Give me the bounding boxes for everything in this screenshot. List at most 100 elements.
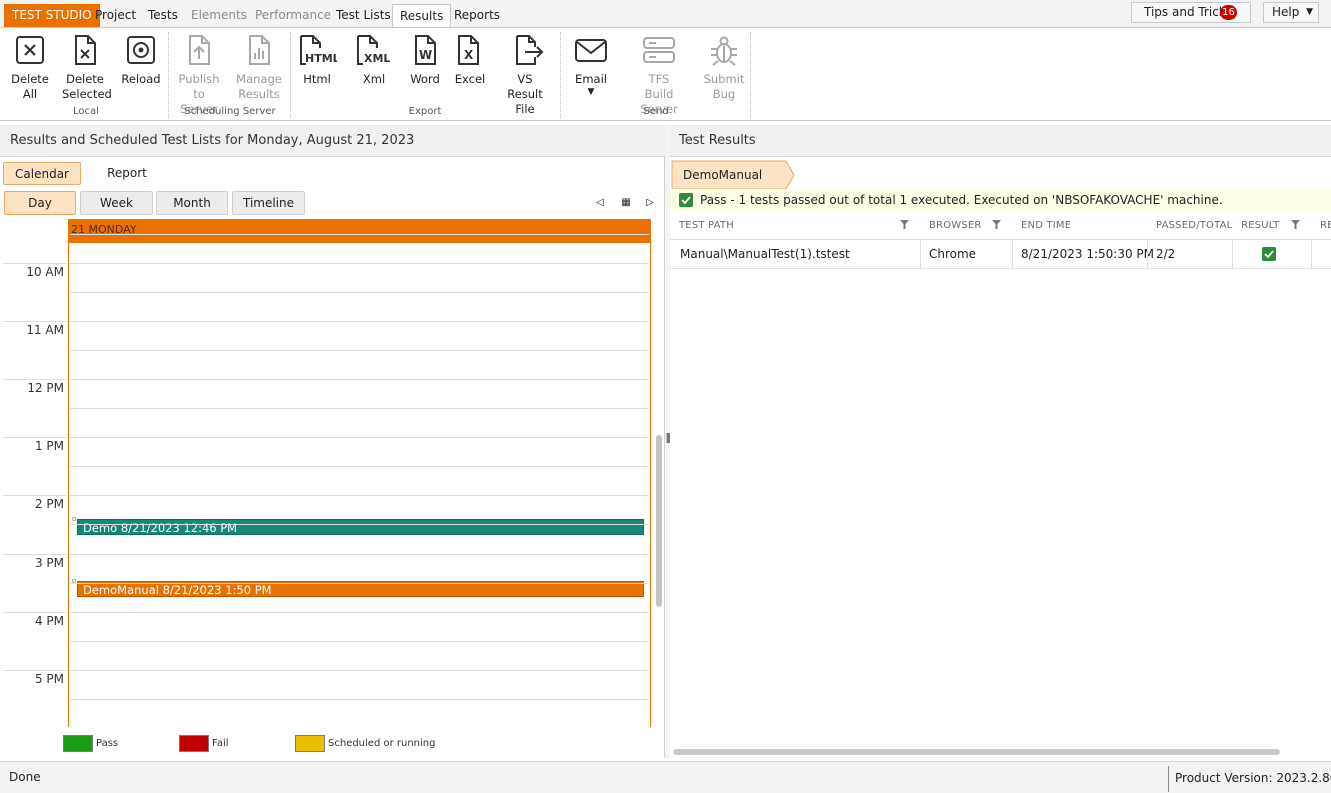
menu-tab-results[interactable]: Results <box>392 4 452 28</box>
day-column[interactable] <box>68 219 651 727</box>
publish-upload-icon <box>189 35 210 65</box>
publish-to-server-button[interactable]: Publish to Server <box>174 34 224 117</box>
submit-bug-button[interactable]: Submit Bug <box>702 34 746 102</box>
half-hour-line <box>70 466 649 468</box>
export-file-icon <box>516 35 544 65</box>
hour-label: 12 PM <box>27 381 64 396</box>
hour-line <box>3 495 67 497</box>
export-xml-label: Xml <box>362 72 386 86</box>
appointment-demo[interactable]: Demo 8/21/2023 12:46 PM <box>77 519 644 535</box>
filter-icon[interactable] <box>1291 220 1300 229</box>
svg-text:XML: XML <box>364 52 390 65</box>
export-word-button[interactable]: W Word <box>406 34 444 87</box>
half-hour-line <box>70 524 649 526</box>
delete-all-button[interactable]: Delete All <box>10 34 50 102</box>
column-header-result[interactable]: RESULT <box>1241 214 1279 237</box>
bug-icon <box>711 36 737 66</box>
cell-end-time: 8/21/2023 1:50:30 PM <box>1021 247 1155 261</box>
manage-results-button[interactable]: Manage Results <box>234 34 284 102</box>
test-results-panel: Test Results DemoManual Tests Pass - 1 t… <box>670 125 1331 758</box>
result-summary: Pass - 1 tests passed out of total 1 exe… <box>670 189 1331 211</box>
horizontal-scrollbar-thumb[interactable] <box>673 749 1280 755</box>
group-label-scheduling-server: Scheduling Server <box>184 106 276 117</box>
delete-selected-button[interactable]: Delete Selected <box>62 34 112 102</box>
column-header-passed-total[interactable]: PASSED/TOTAL <box>1156 214 1232 237</box>
hour-label: 10 AM <box>26 265 64 279</box>
hour-line <box>3 321 67 323</box>
results-calendar-panel: Results and Scheduled Test Lists for Mon… <box>0 125 665 758</box>
cell-passed-total: 2/2 <box>1156 247 1176 261</box>
tfs-build-server-button[interactable]: TFS Build Server <box>628 34 690 117</box>
export-excel-label: Excel <box>454 72 486 86</box>
group-label-export: Export <box>408 106 442 117</box>
next-day-icon[interactable]: ▷ <box>642 193 658 213</box>
tips-count-badge: 16 <box>1220 5 1237 20</box>
reload-icon <box>127 36 155 64</box>
tab-report[interactable]: Report <box>96 162 158 185</box>
export-vs-result-file-button[interactable]: VS Result File <box>497 34 553 117</box>
panel-title: Results and Scheduled Test Lists for Mon… <box>0 125 665 157</box>
help-dropdown[interactable]: Help ▼ <box>1263 2 1319 23</box>
filter-icon[interactable] <box>992 220 1001 229</box>
column-divider <box>920 240 921 269</box>
svg-text:X: X <box>464 48 474 62</box>
group-separator <box>168 32 169 118</box>
email-dropdown-button[interactable]: Email ▼ <box>570 34 612 97</box>
column-divider <box>1311 240 1312 269</box>
hour-line <box>70 495 649 497</box>
menu-tab-reports[interactable]: Reports <box>454 4 500 27</box>
menu-tab-tests[interactable]: Tests <box>148 4 178 27</box>
today-icon[interactable]: ▦ <box>618 193 634 213</box>
export-xml-button[interactable]: XML Xml <box>354 34 394 87</box>
delete-all-icon <box>16 36 44 64</box>
column-header-re[interactable]: RE <box>1320 214 1331 237</box>
day-calendar: 21 MONDAY Demo 8/21/2023 12:46 PM DemoMa… <box>0 219 665 727</box>
reload-button[interactable]: Reload <box>120 34 162 87</box>
half-hour-line <box>70 582 649 584</box>
hour-line <box>70 321 649 323</box>
menu-tab-project[interactable]: Project <box>95 4 136 27</box>
export-word-label: Word <box>410 72 440 86</box>
tips-and-tricks-button[interactable]: Tips and Tricks 16 <box>1131 2 1251 23</box>
help-label: Help <box>1272 5 1300 19</box>
hour-line <box>3 263 67 264</box>
view-week-button[interactable]: Week <box>80 191 153 215</box>
hour-line <box>3 611 67 613</box>
hour-label: 1 PM <box>34 439 64 454</box>
half-hour-line <box>70 350 649 352</box>
excel-file-icon: X <box>458 35 479 65</box>
table-row[interactable]: Manual\ManualTest(1).tstest Chrome 8/21/… <box>670 240 1331 269</box>
manage-results-label: Manage Results <box>236 72 282 101</box>
reload-label: Reload <box>121 72 161 86</box>
column-header-browser[interactable]: BROWSER <box>929 214 982 237</box>
menu-tab-elements[interactable]: Elements <box>191 4 247 27</box>
filter-icon[interactable] <box>900 220 909 229</box>
column-divider <box>1232 240 1233 269</box>
calendar-scrollbar-thumb[interactable] <box>656 435 662 607</box>
hour-line <box>3 553 67 555</box>
previous-day-icon[interactable]: ◁ <box>592 193 608 213</box>
menu-tab-performance[interactable]: Performance <box>255 4 331 27</box>
resize-handle[interactable] <box>72 517 76 521</box>
email-envelope-icon <box>575 39 607 62</box>
tab-calendar[interactable]: Calendar <box>3 162 81 185</box>
hour-label: 11 AM <box>26 323 64 338</box>
result-summary-text: Pass - 1 tests passed out of total 1 exe… <box>700 193 1223 207</box>
check-icon <box>1262 247 1276 261</box>
column-header-test-path[interactable]: TEST PATH <box>679 214 734 237</box>
column-header-end-time[interactable]: END TIME <box>1021 214 1071 237</box>
legend-swatch-pass <box>63 735 93 752</box>
check-icon <box>679 193 693 207</box>
view-timeline-button[interactable]: Timeline <box>232 191 305 215</box>
html-file-icon: HTML <box>300 35 337 65</box>
app-tab[interactable]: TEST STUDIO <box>4 4 100 27</box>
export-excel-button[interactable]: X Excel <box>452 34 488 87</box>
export-html-button[interactable]: HTML Html <box>296 34 338 87</box>
status-bar: Done Product Version: 2023.2.801.1 <box>0 761 1331 793</box>
view-day-button[interactable]: Day <box>4 191 76 215</box>
hour-line <box>70 611 649 613</box>
menu-tab-test-lists[interactable]: Test Lists <box>336 4 391 27</box>
legend-swatch-fail <box>179 735 209 752</box>
group-separator <box>560 32 561 118</box>
view-month-button[interactable]: Month <box>156 191 228 215</box>
